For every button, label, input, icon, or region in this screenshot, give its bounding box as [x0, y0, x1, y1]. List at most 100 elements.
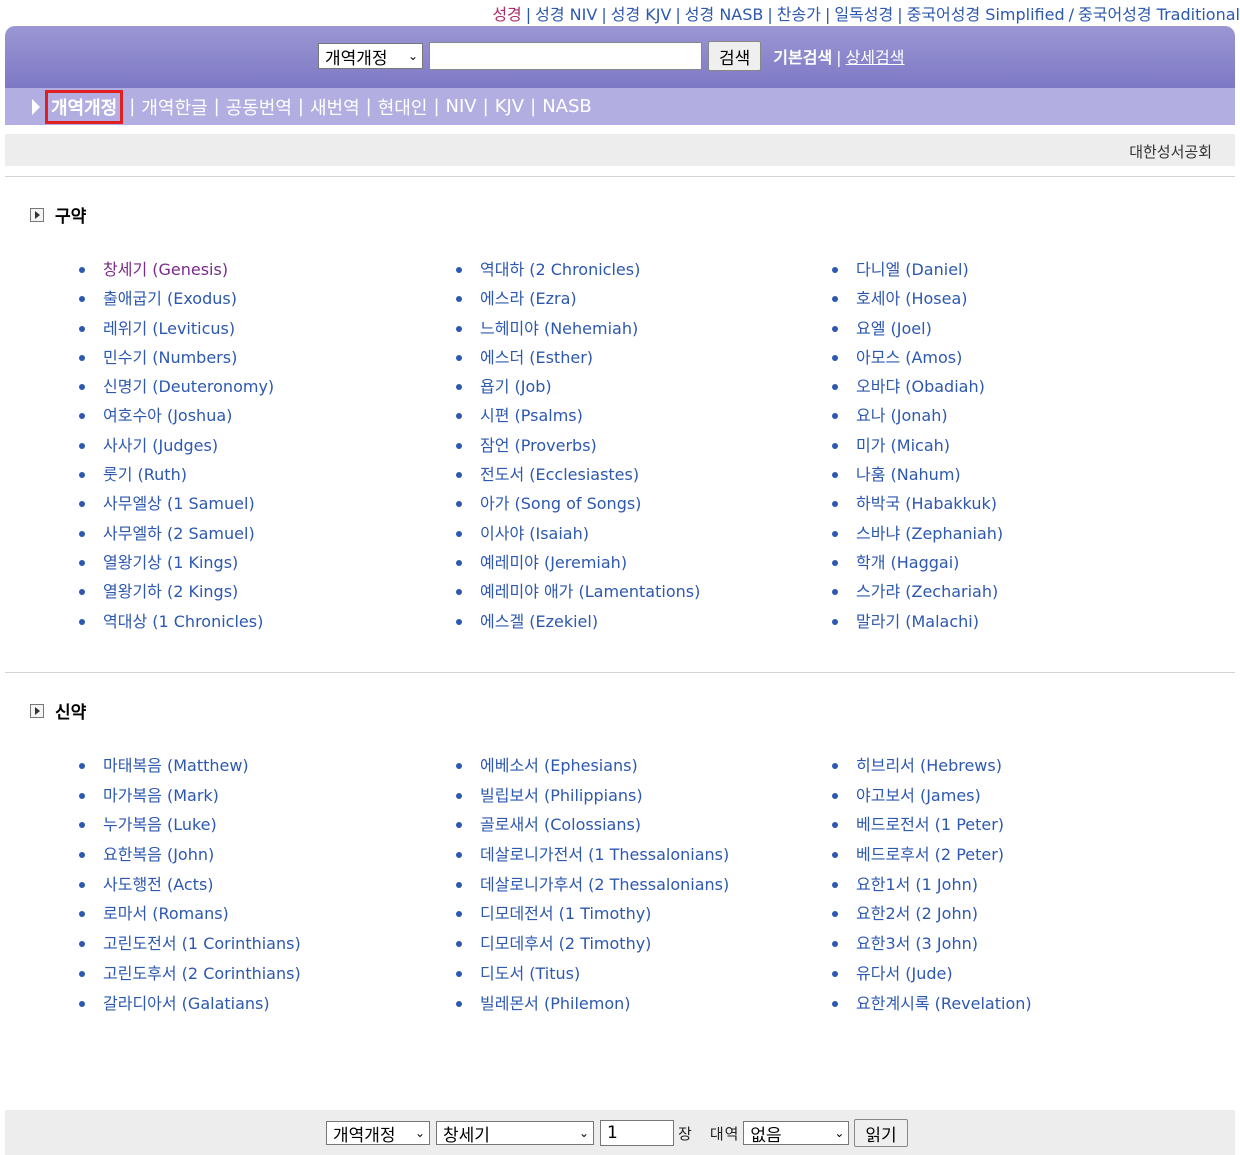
book-link[interactable]: 아가 (Song of Songs) — [456, 492, 700, 521]
version-tab[interactable]: NIV — [446, 96, 477, 117]
separator: | — [482, 96, 489, 117]
book-link[interactable]: 시편 (Psalms) — [456, 404, 700, 433]
version-tab[interactable]: 현대인 — [378, 94, 428, 120]
book-link[interactable]: 누가복음 (Luke) — [79, 813, 301, 843]
book-link[interactable]: 디모데후서 (2 Timothy) — [456, 932, 729, 962]
basic-search-link[interactable]: 기본검색 — [773, 48, 832, 67]
book-link[interactable]: 에베소서 (Ephesians) — [456, 754, 729, 784]
separator: | — [897, 5, 903, 24]
play-icon[interactable] — [30, 207, 44, 222]
separator: | — [530, 96, 537, 117]
book-link[interactable]: 욥기 (Job) — [456, 375, 700, 404]
book-link[interactable]: 사무엘상 (1 Samuel) — [79, 492, 274, 521]
book-link[interactable]: 요한계시록 (Revelation) — [832, 992, 1032, 1022]
book-link[interactable]: 출애굽기 (Exodus) — [79, 287, 274, 316]
book-link[interactable]: 학개 (Haggai) — [832, 551, 1003, 580]
search-version-select[interactable]: 개역개정 ⌄ — [318, 43, 423, 69]
book-link[interactable]: 예레미야 (Jeremiah) — [456, 551, 700, 580]
play-icon[interactable] — [30, 703, 44, 718]
separator: | — [297, 96, 304, 117]
book-link[interactable]: 열왕기상 (1 Kings) — [79, 551, 274, 580]
book-link[interactable]: 사무엘하 (2 Samuel) — [79, 522, 274, 551]
book-link[interactable]: 히브리서 (Hebrews) — [832, 754, 1032, 784]
book-link[interactable]: 베드로전서 (1 Peter) — [832, 813, 1032, 843]
book-link[interactable]: 마태복음 (Matthew) — [79, 754, 301, 784]
book-link[interactable]: 에스더 (Esther) — [456, 346, 700, 375]
book-link[interactable]: 에스겔 (Ezekiel) — [456, 610, 700, 639]
book-link[interactable]: 예레미야 애가 (Lamentations) — [456, 580, 700, 609]
book-link[interactable]: 요한3서 (3 John) — [832, 932, 1032, 962]
reader-book-select[interactable]: 창세기 ⌄ — [436, 1121, 594, 1146]
top-link[interactable]: 중국어성경 Traditional — [1078, 5, 1240, 24]
version-tab[interactable]: NASB — [542, 96, 592, 117]
book-link[interactable]: 빌립보서 (Philippians) — [456, 784, 729, 814]
version-tab[interactable]: 새번역 — [310, 94, 360, 120]
book-link[interactable]: 이사야 (Isaiah) — [456, 522, 700, 551]
version-tab[interactable]: 공동번역 — [226, 94, 292, 120]
book-link[interactable]: 데살로니가전서 (1 Thessalonians) — [456, 843, 729, 873]
book-link[interactable]: 아모스 (Amos) — [832, 346, 1003, 375]
book-link[interactable]: 여호수아 (Joshua) — [79, 404, 274, 433]
book-link[interactable]: 에스라 (Ezra) — [456, 287, 700, 316]
read-button[interactable]: 읽기 — [854, 1119, 908, 1147]
book-link[interactable]: 데살로니가후서 (2 Thessalonians) — [456, 873, 729, 903]
book-link[interactable]: 말라기 (Malachi) — [832, 610, 1003, 639]
book-link[interactable]: 호세아 (Hosea) — [832, 287, 1003, 316]
top-link[interactable]: 찬송가 — [777, 5, 821, 24]
triangle-right-icon — [32, 99, 40, 115]
book-link[interactable]: 사사기 (Judges) — [79, 434, 274, 463]
book-link[interactable]: 요한1서 (1 John) — [832, 873, 1032, 903]
book-link[interactable]: 갈라디아서 (Galatians) — [79, 992, 301, 1022]
book-link[interactable]: 나훔 (Nahum) — [832, 463, 1003, 492]
book-link[interactable]: 하박국 (Habakkuk) — [832, 492, 1003, 521]
book-link[interactable]: 골로새서 (Colossians) — [456, 813, 729, 843]
book-link[interactable]: 느헤미야 (Nehemiah) — [456, 317, 700, 346]
book-link[interactable]: 빌레몬서 (Philemon) — [456, 992, 729, 1022]
book-link[interactable]: 전도서 (Ecclesiastes) — [456, 463, 700, 492]
version-tab-active[interactable]: 개역개정 — [45, 89, 124, 124]
book-link[interactable]: 룻기 (Ruth) — [79, 463, 274, 492]
book-link[interactable]: 오바댜 (Obadiah) — [832, 375, 1003, 404]
book-link[interactable]: 역대상 (1 Chronicles) — [79, 610, 274, 639]
top-link[interactable]: 성경 — [492, 5, 521, 24]
book-link[interactable]: 스가랴 (Zechariah) — [832, 580, 1003, 609]
book-link[interactable]: 고린도후서 (2 Corinthians) — [79, 962, 301, 992]
book-link[interactable]: 미가 (Micah) — [832, 434, 1003, 463]
top-link[interactable]: 성경 NASB — [685, 5, 764, 24]
detail-search-link[interactable]: 상세검색 — [846, 48, 905, 67]
search-input[interactable] — [429, 42, 702, 70]
book-link[interactable]: 유다서 (Jude) — [832, 962, 1032, 992]
reader-version-select[interactable]: 개역개정 ⌄ — [326, 1121, 430, 1146]
book-link[interactable]: 디도서 (Titus) — [456, 962, 729, 992]
book-link[interactable]: 디모데전서 (1 Timothy) — [456, 902, 729, 932]
parallel-select[interactable]: 없음 ⌄ — [743, 1121, 850, 1146]
book-link[interactable]: 요엘 (Joel) — [832, 317, 1003, 346]
book-link[interactable]: 레위기 (Leviticus) — [79, 317, 274, 346]
separator: | — [675, 5, 681, 24]
top-link[interactable]: 중국어성경 Simplified — [907, 5, 1065, 24]
book-link[interactable]: 로마서 (Romans) — [79, 902, 301, 932]
book-link[interactable]: 마가복음 (Mark) — [79, 784, 301, 814]
book-link[interactable]: 고린도전서 (1 Corinthians) — [79, 932, 301, 962]
version-tab[interactable]: 개역한글 — [141, 94, 207, 120]
book-link[interactable]: 요나 (Jonah) — [832, 404, 1003, 433]
book-link[interactable]: 베드로후서 (2 Peter) — [832, 843, 1032, 873]
book-link[interactable]: 야고보서 (James) — [832, 784, 1032, 814]
book-link[interactable]: 다니엘 (Daniel) — [832, 258, 1003, 287]
book-link[interactable]: 민수기 (Numbers) — [79, 346, 274, 375]
book-link[interactable]: 스바냐 (Zephaniah) — [832, 522, 1003, 551]
top-link[interactable]: 일독성경 — [834, 5, 893, 24]
book-link[interactable]: 신명기 (Deuteronomy) — [79, 375, 274, 404]
book-link[interactable]: 사도행전 (Acts) — [79, 873, 301, 903]
chapter-input[interactable]: 1 — [600, 1120, 674, 1146]
top-link[interactable]: 성경 NIV — [535, 5, 597, 24]
book-link[interactable]: 창세기 (Genesis) — [79, 258, 274, 287]
book-link[interactable]: 열왕기하 (2 Kings) — [79, 580, 274, 609]
book-link[interactable]: 역대하 (2 Chronicles) — [456, 258, 700, 287]
top-link[interactable]: 성경 KJV — [611, 5, 672, 24]
book-link[interactable]: 요한복음 (John) — [79, 843, 301, 873]
book-link[interactable]: 잠언 (Proverbs) — [456, 434, 700, 463]
search-button[interactable]: 검색 — [708, 41, 762, 71]
version-tab[interactable]: KJV — [495, 96, 524, 117]
book-link[interactable]: 요한2서 (2 John) — [832, 902, 1032, 932]
